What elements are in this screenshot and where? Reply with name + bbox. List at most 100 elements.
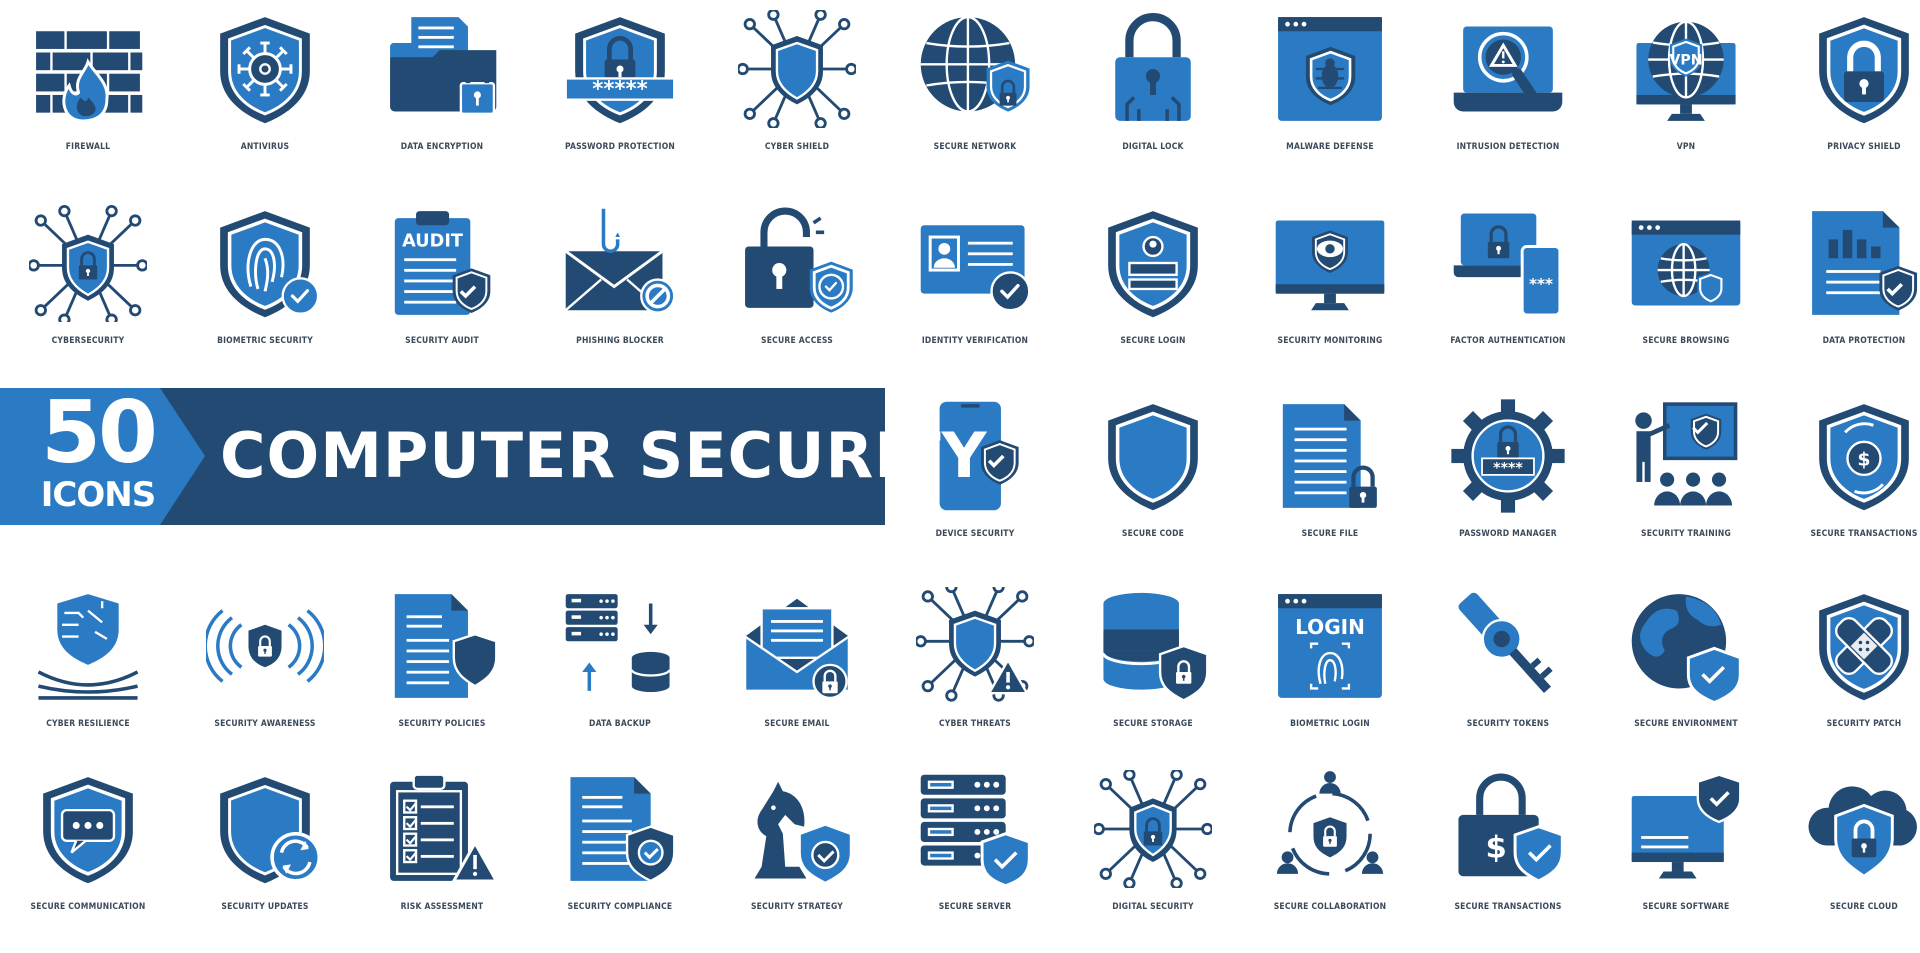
icon-label: BIOMETRIC LOGIN [1290, 719, 1370, 729]
icon-label: PASSWORD PROTECTION [564, 142, 676, 152]
icon-tile: SECURE SOFTWARE [1598, 770, 1774, 912]
icon-count: 50 [41, 383, 158, 483]
icon-tile: *** FACTOR AUTHENTICATION [1420, 204, 1596, 346]
icon-tile: SECURITY MONITORING [1242, 204, 1418, 346]
risk-assessment-icon [390, 773, 499, 883]
biometric-security-icon [220, 211, 320, 318]
secure-access-icon [745, 207, 853, 313]
data-backup-icon [565, 594, 671, 693]
icon-tile: SECURITY AWARENESS [177, 587, 353, 729]
secure-software-icon [1631, 773, 1742, 879]
privacy-shield-icon [1819, 17, 1909, 124]
icon-label: SECURE FILE [1301, 529, 1359, 539]
secure-login-icon [1108, 211, 1198, 318]
svg-text:VPN: VPN [1669, 52, 1702, 68]
icon-label: SECURITY STRATEGY [750, 902, 844, 912]
icon-label: SECURITY AWARENESS [214, 719, 316, 729]
icon-tile: CYBER THREATS [887, 587, 1063, 729]
icon-tile: SECURE ACCESS [709, 204, 885, 346]
icon-label: CYBERSECURITY [51, 336, 125, 346]
secure-network-icon [920, 15, 1030, 113]
icon-tile: SECURITY TOKENS [1420, 587, 1596, 729]
secure-storage-icon [1101, 592, 1209, 702]
icon-tile: SECURE FILE [1242, 397, 1418, 539]
icon-tile: MALWARE DEFENSE [1242, 10, 1418, 152]
icon-tile: $ SECURE TRANSACTIONS [1776, 397, 1920, 539]
identity-verification-icon [920, 225, 1031, 312]
icon-label: FIREWALL [65, 142, 111, 152]
svg-text:$: $ [1857, 448, 1870, 470]
icon-tile: LOGIN BIOMETRIC LOGIN [1242, 587, 1418, 729]
icon-label: SECURE NETWORK [933, 142, 1017, 152]
icon-label: BIOMETRIC SECURITY [217, 336, 313, 346]
icon-label: INTRUSION DETECTION [1456, 142, 1560, 152]
password-manager-icon: **** [1451, 399, 1565, 513]
icon-label: DIGITAL SECURITY [1112, 902, 1194, 912]
icon-label: SECURE BROWSING [1642, 336, 1730, 346]
antivirus-icon [220, 17, 310, 124]
security-compliance-icon [570, 777, 676, 883]
secure-transactions-icon: $ [1819, 404, 1909, 511]
icon-label: VPN [1676, 142, 1696, 152]
icon-tile: CYBER RESILIENCE [0, 587, 176, 729]
security-tokens-icon [1458, 592, 1553, 694]
icon-tile: SECURITY TRAINING [1598, 397, 1774, 539]
icon-label: SECURE STORAGE [1113, 719, 1193, 729]
icon-label: PHISHING BLOCKER [576, 336, 664, 346]
digital-security-icon [1094, 770, 1212, 888]
icon-tile: BIOMETRIC SECURITY [177, 204, 353, 346]
icon-label: SECURITY AUDIT [405, 336, 479, 346]
icon-tile: CYBERSECURITY [0, 204, 176, 346]
icon-label: SECURITY PATCH [1826, 719, 1902, 729]
icon-label: FACTOR AUTHENTICATION [1450, 336, 1566, 346]
svg-text:$: $ [1486, 830, 1507, 865]
icon-label: DIGITAL LOCK [1122, 142, 1184, 152]
icon-label: SECURE ENVIRONMENT [1634, 719, 1738, 729]
icon-label: SECURE COMMUNICATION [30, 902, 146, 912]
icon-label: DATA PROTECTION [1822, 336, 1906, 346]
svg-text:*****: ***** [592, 77, 648, 102]
icon-tile: SECURITY UPDATES [177, 770, 353, 912]
icon-tile: **** PASSWORD MANAGER [1420, 397, 1596, 539]
password-protection-icon: ***** [564, 17, 676, 124]
digital-lock-icon [1115, 13, 1191, 121]
icon-label: SECURE SERVER [938, 902, 1012, 912]
title-banner: 50 ICONS COMPUTER SECURITY [0, 383, 987, 525]
icon-label: SECURE CODE [1121, 529, 1185, 539]
icon-label: CYBER RESILIENCE [46, 719, 130, 729]
icon-tile: SECURITY COMPLIANCE [532, 770, 708, 912]
biometric-login-icon: LOGIN [1278, 594, 1382, 698]
intrusion-detection-icon [1453, 26, 1563, 112]
firewall-icon [36, 31, 143, 123]
icon-label: PASSWORD MANAGER [1459, 529, 1557, 539]
security-updates-icon [220, 777, 322, 884]
icon-label: SECURITY COMPLIANCE [567, 902, 673, 912]
icon-tile: AUDIT SECURITY AUDIT [354, 204, 530, 346]
factor-authentication-icon: *** [1453, 213, 1562, 317]
icon-tile: RISK ASSESSMENT [354, 770, 530, 912]
icon-tile: SECURE LOGIN [1065, 204, 1241, 346]
icon-count-word: ICONS [40, 475, 156, 515]
icon-label: SECURITY UPDATES [221, 902, 309, 912]
icon-tile: SECURE CLOUD [1776, 770, 1920, 912]
secure-transactions-2-icon: $ [1458, 773, 1564, 883]
icon-label: RISK ASSESSMENT [400, 902, 484, 912]
phishing-blocker-icon [564, 208, 676, 314]
security-awareness-icon [206, 609, 324, 683]
icon-tile: DATA BACKUP [532, 587, 708, 729]
icon-label: IDENTITY VERIFICATION [921, 336, 1029, 346]
icon-tile: DIGITAL LOCK [1065, 10, 1241, 152]
icon-tile: PRIVACY SHIELD [1776, 10, 1920, 152]
icon-label: CYBER THREATS [938, 719, 1012, 729]
icon-label: DEVICE SECURITY [935, 529, 1015, 539]
icon-label: SECURE ACCESS [761, 336, 833, 346]
icon-label: DATA ENCRYPTION [400, 142, 484, 152]
security-monitoring-icon [1275, 220, 1385, 311]
security-training-icon [1635, 402, 1738, 506]
secure-server-icon [920, 774, 1031, 888]
security-policies-icon [394, 594, 498, 698]
icon-label: CYBER SHIELD [764, 142, 830, 152]
icon-label: DATA BACKUP [589, 719, 651, 729]
vpn-icon: VPN [1636, 20, 1736, 121]
icon-tile: VPN VPN [1598, 10, 1774, 152]
